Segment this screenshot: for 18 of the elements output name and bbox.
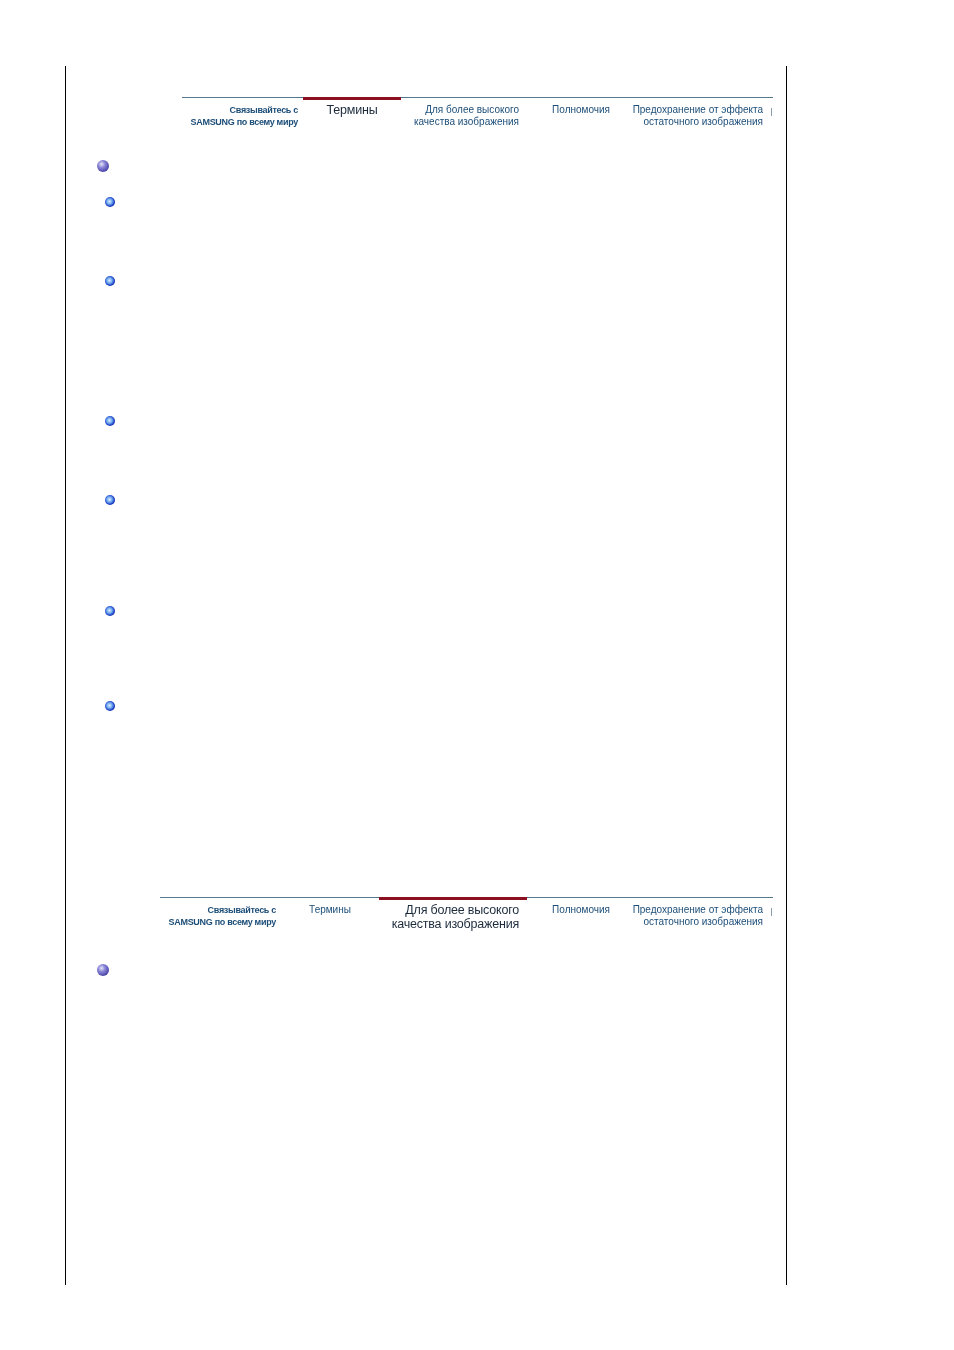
bullet-icon (105, 276, 115, 286)
nav-tab[interactable]: Полномочия (527, 97, 620, 132)
nav-tab[interactable]: Предохранение от эффекта остаточного изображения (620, 897, 768, 932)
nav-tab[interactable]: Термины (303, 97, 401, 132)
bullet-icon (105, 416, 115, 426)
bullet-icon (97, 964, 109, 976)
bullet-icon (105, 197, 115, 207)
bullet-icon (105, 495, 115, 505)
bullet-icon (105, 701, 115, 711)
nav-tab[interactable]: Предохранение от эффекта остаточного изображения (620, 97, 768, 132)
nav-tab[interactable]: Для более высокого качества изображения (379, 897, 527, 932)
nav-tab[interactable]: Связывайтесь с SAMSUNG по всему миру (160, 897, 281, 932)
nav-tab[interactable]: Полномочия (527, 897, 620, 932)
nav-tab[interactable]: Для более высокого качества изображения (401, 97, 527, 132)
nav-tab[interactable]: Связывайтесь с SAMSUNG по всему миру (182, 97, 303, 132)
bullet-icon (97, 160, 109, 172)
bullet-icon (105, 606, 115, 616)
nav-tab[interactable]: Термины (281, 897, 379, 932)
